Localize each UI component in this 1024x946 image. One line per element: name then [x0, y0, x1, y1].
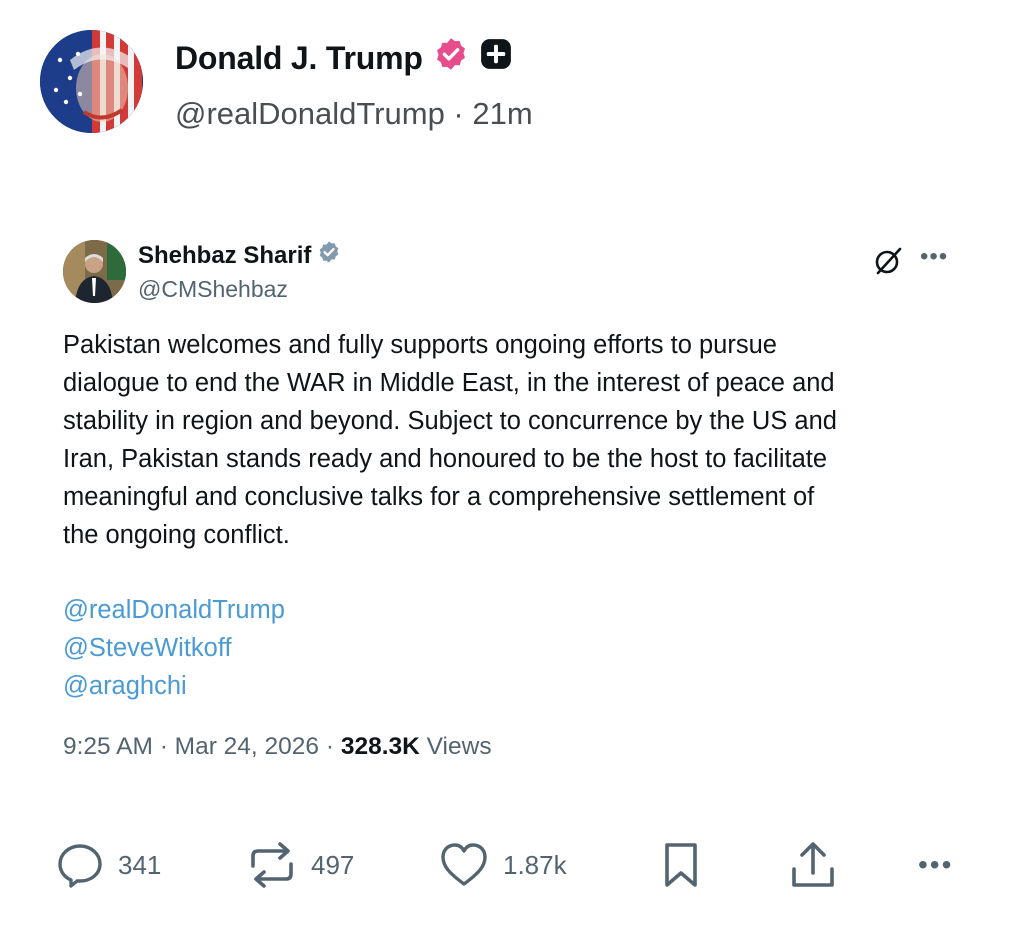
share-icon [790, 841, 836, 889]
verified-badge-icon [433, 36, 469, 80]
more-icon[interactable]: ••• [920, 243, 948, 271]
quoted-author-handle[interactable]: @CMShehbaz [138, 276, 288, 303]
author-handle-line: @realDonaldTrump · 21m [175, 96, 533, 132]
share-button[interactable] [790, 841, 836, 889]
post-date[interactable]: Mar 24, 2026 [175, 733, 319, 760]
quoted-author-name[interactable]: Shehbaz Sharif [138, 242, 311, 270]
author-avatar[interactable] [40, 30, 143, 133]
avatar-image [63, 240, 126, 303]
more-options-button[interactable]: ••• [918, 843, 953, 887]
views-label: Views [426, 733, 492, 760]
post-time[interactable]: 21m [472, 96, 532, 131]
quoted-author-avatar[interactable] [63, 240, 126, 303]
reply-button[interactable]: 341 [56, 842, 162, 888]
quoted-author-name-row: Shehbaz Sharif [138, 240, 341, 271]
repost-button[interactable]: 497 [247, 842, 355, 888]
like-count: 1.87k [503, 849, 567, 880]
plus-icon[interactable] [479, 37, 513, 79]
mention-link[interactable]: @realDonaldTrump [63, 596, 285, 625]
author-handle[interactable]: @realDonaldTrump [175, 96, 445, 131]
repost-icon [247, 842, 297, 888]
bookmark-icon [662, 841, 700, 889]
like-button[interactable]: 1.87k [439, 843, 567, 887]
reply-icon [56, 842, 104, 888]
mention-link[interactable]: @SteveWitkoff [63, 634, 232, 663]
post-meta: 9:25 AM · Mar 24, 2026 · 328.3K Views [63, 733, 492, 760]
author-name[interactable]: Donald J. Trump [175, 40, 423, 77]
repost-count: 497 [311, 849, 355, 880]
post-timestamp[interactable]: 9:25 AM [63, 733, 153, 760]
bookmark-button[interactable] [662, 843, 700, 887]
avatar-image [40, 30, 143, 133]
post-text: Pakistan welcomes and fully supports ong… [63, 331, 837, 549]
mention-link[interactable]: @araghchi [63, 672, 187, 701]
reply-count: 341 [118, 849, 162, 880]
heart-icon [439, 842, 489, 888]
separator: · [444, 96, 473, 131]
author-name-row: Donald J. Trump [175, 36, 513, 80]
grok-icon[interactable] [872, 245, 904, 277]
views-count: 328.3K [340, 733, 420, 760]
verified-badge-icon [317, 240, 341, 271]
more-icon: ••• [918, 849, 954, 880]
